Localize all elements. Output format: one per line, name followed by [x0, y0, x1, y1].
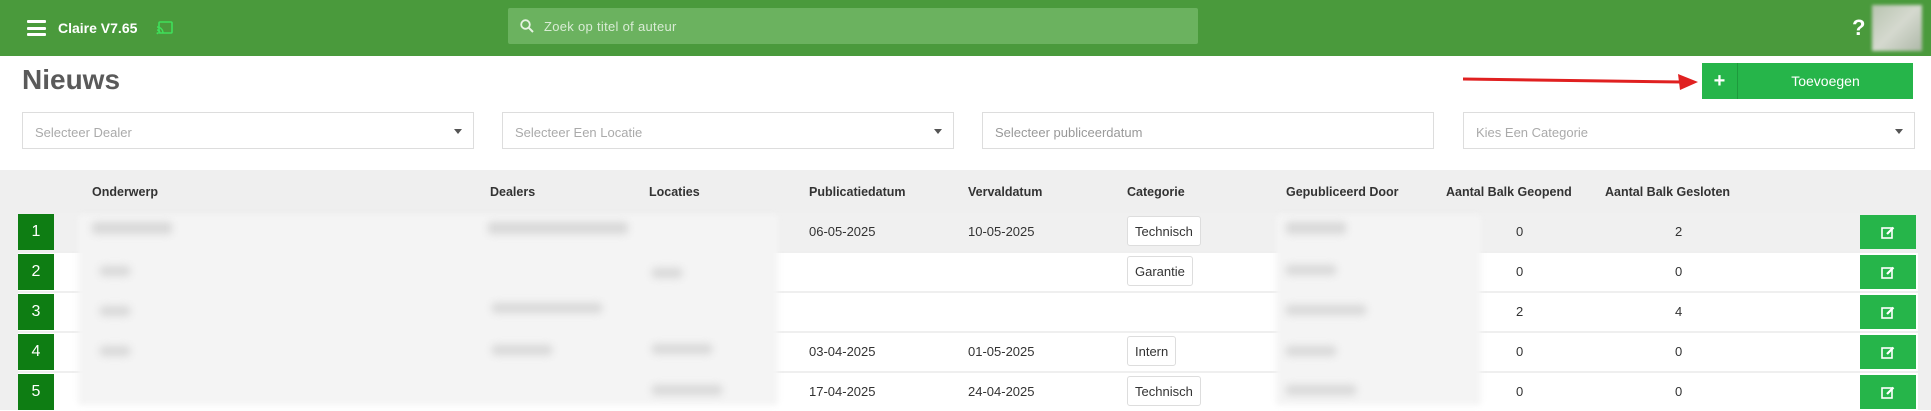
plus-icon: + — [1702, 63, 1738, 99]
column-header-aantal-balk-gesloten[interactable]: Aantal Balk Gesloten — [1605, 185, 1730, 199]
publicatiedatum-cell: 06-05-2025 — [809, 224, 876, 239]
edit-icon — [1881, 226, 1895, 239]
geopend-cell: 2 — [1516, 304, 1524, 319]
redacted-text — [100, 306, 130, 316]
top-bar: Claire V7.65 ? — [0, 0, 1931, 56]
row-index: 4 — [18, 334, 54, 370]
category-badge: Intern — [1127, 336, 1177, 366]
app-title: Claire V7.65 — [58, 20, 138, 36]
dealer-select-placeholder: Selecteer Dealer — [35, 125, 132, 140]
column-header-locaties[interactable]: Locaties — [649, 185, 700, 199]
geopend-cell: 0 — [1516, 344, 1524, 359]
redacted-text — [492, 303, 602, 313]
publicatiedatum-cell: 03-04-2025 — [809, 344, 876, 359]
column-header-publicatiedatum[interactable]: Publicatiedatum — [809, 185, 906, 199]
edit-icon — [1881, 266, 1895, 279]
redacted-text — [92, 222, 172, 234]
geopend-cell: 0 — [1516, 224, 1524, 239]
add-button-label: Toevoegen — [1791, 73, 1860, 89]
category-select[interactable]: Kies Een Categorie — [1463, 112, 1915, 149]
redacted-text — [652, 268, 682, 278]
chevron-down-icon — [1895, 129, 1903, 134]
publish-date-placeholder: Selecteer publiceerdatum — [995, 125, 1143, 140]
column-header-dealers[interactable]: Dealers — [490, 185, 535, 199]
chevron-down-icon — [934, 129, 942, 134]
vervaldatum-cell: 01-05-2025 — [968, 344, 1035, 359]
edit-button[interactable] — [1860, 255, 1916, 289]
gesloten-cell: 4 — [1675, 304, 1683, 319]
column-header-aantal-balk-geopend[interactable]: Aantal Balk Geopend — [1446, 185, 1572, 199]
redacted-text — [1286, 305, 1366, 315]
edit-button[interactable] — [1860, 375, 1916, 409]
annotation-arrow — [1462, 74, 1698, 90]
redacted-text — [488, 222, 628, 234]
vervaldatum-cell: 10-05-2025 — [968, 224, 1035, 239]
column-header-vervaldatum[interactable]: Vervaldatum — [968, 185, 1042, 199]
edit-icon — [1881, 306, 1895, 319]
column-header-gepubliceerd-door[interactable]: Gepubliceerd Door — [1286, 185, 1399, 199]
geopend-cell: 0 — [1516, 264, 1524, 279]
edit-button[interactable] — [1860, 215, 1916, 249]
page-title: Nieuws — [22, 64, 121, 95]
redacted-text — [1286, 265, 1336, 275]
chevron-down-icon — [454, 129, 462, 134]
redacted-text — [1286, 222, 1346, 234]
publicatiedatum-cell: 17-04-2025 — [809, 384, 876, 399]
vervaldatum-cell: 24-04-2025 — [968, 384, 1035, 399]
category-select-placeholder: Kies Een Categorie — [1476, 125, 1589, 140]
search-input[interactable] — [544, 8, 1184, 44]
search-box — [508, 8, 1198, 44]
redacted-text — [492, 345, 552, 355]
add-button[interactable]: + Toevoegen — [1702, 63, 1913, 99]
edit-button[interactable] — [1860, 335, 1916, 369]
row-index: 2 — [18, 254, 54, 290]
gesloten-cell: 0 — [1675, 384, 1683, 399]
redacted-text — [652, 344, 712, 354]
category-badge: Technisch — [1127, 376, 1201, 406]
row-index: 1 — [18, 214, 54, 250]
help-icon[interactable]: ? — [1852, 15, 1865, 41]
location-select-placeholder: Selecteer Een Locatie — [515, 125, 643, 140]
redacted-text — [1286, 346, 1336, 356]
redacted-text — [100, 266, 130, 276]
location-select[interactable]: Selecteer Een Locatie — [502, 112, 954, 149]
dealer-select[interactable]: Selecteer Dealer — [22, 112, 474, 149]
avatar[interactable] — [1872, 5, 1922, 51]
edit-button[interactable] — [1860, 295, 1916, 329]
edit-icon — [1881, 386, 1895, 399]
redacted-text — [100, 346, 130, 356]
redacted-region — [78, 215, 778, 405]
hamburger-icon[interactable] — [27, 20, 46, 36]
row-index: 3 — [18, 294, 54, 330]
redacted-text — [652, 385, 722, 395]
column-header-categorie[interactable]: Categorie — [1127, 185, 1185, 199]
geopend-cell: 0 — [1516, 384, 1524, 399]
gesloten-cell: 0 — [1675, 344, 1683, 359]
gesloten-cell: 0 — [1675, 264, 1683, 279]
publish-date-field[interactable]: Selecteer publiceerdatum — [982, 112, 1434, 149]
gesloten-cell: 2 — [1675, 224, 1683, 239]
redacted-text — [1286, 385, 1356, 395]
edit-icon — [1881, 346, 1895, 359]
cast-icon[interactable] — [156, 21, 173, 35]
column-header-onderwerp[interactable]: Onderwerp — [92, 185, 158, 199]
row-index: 5 — [18, 374, 54, 410]
category-badge: Garantie — [1127, 256, 1193, 286]
search-icon — [520, 19, 534, 33]
category-badge: Technisch — [1127, 216, 1201, 246]
